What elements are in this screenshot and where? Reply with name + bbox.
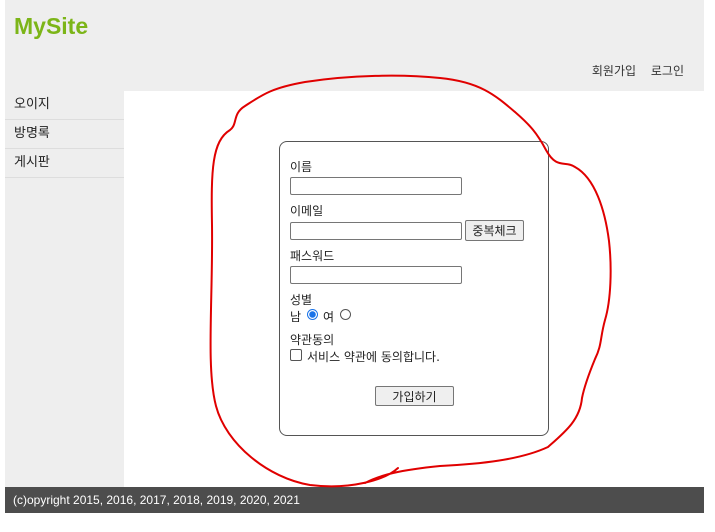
email-input[interactable]	[290, 222, 462, 240]
sidebar-item-oiji[interactable]: 오이지	[5, 91, 124, 120]
password-input[interactable]	[290, 266, 462, 284]
join-link[interactable]: 회원가입	[592, 64, 636, 78]
gender-male-label: 남	[290, 310, 302, 324]
name-input[interactable]	[290, 177, 462, 195]
sidebar-item-guestbook[interactable]: 방명록	[5, 120, 124, 149]
terms-text: 서비스 약관에 동의합니다.	[307, 350, 440, 364]
top-links: 회원가입 로그인	[581, 62, 684, 79]
terms-checkbox[interactable]	[290, 349, 302, 361]
gender-label: 성별	[290, 293, 313, 307]
signup-form: 이름 이메일 중복체크 패스워드 성별 남 여 약관동의 서비스 약관에 동의합…	[279, 141, 549, 436]
sidebar-item-board[interactable]: 게시판	[5, 149, 124, 178]
gender-female-radio[interactable]	[340, 309, 351, 320]
footer: (c)opyright 2015, 2016, 2017, 2018, 2019…	[5, 487, 704, 513]
submit-button[interactable]: 가입하기	[375, 386, 454, 406]
name-label: 이름	[290, 160, 313, 174]
duplicate-check-button[interactable]: 중복체크	[465, 220, 524, 241]
gender-male-radio[interactable]	[307, 309, 318, 320]
email-label: 이메일	[290, 204, 324, 218]
password-label: 패스워드	[290, 249, 335, 263]
terms-label: 약관동의	[290, 333, 335, 347]
login-link[interactable]: 로그인	[651, 64, 684, 78]
site-logo[interactable]: MySite	[14, 13, 88, 40]
gender-female-label: 여	[323, 310, 335, 324]
site-header: MySite 회원가입 로그인	[5, 0, 704, 91]
sidebar: 오이지 방명록 게시판	[5, 91, 124, 487]
